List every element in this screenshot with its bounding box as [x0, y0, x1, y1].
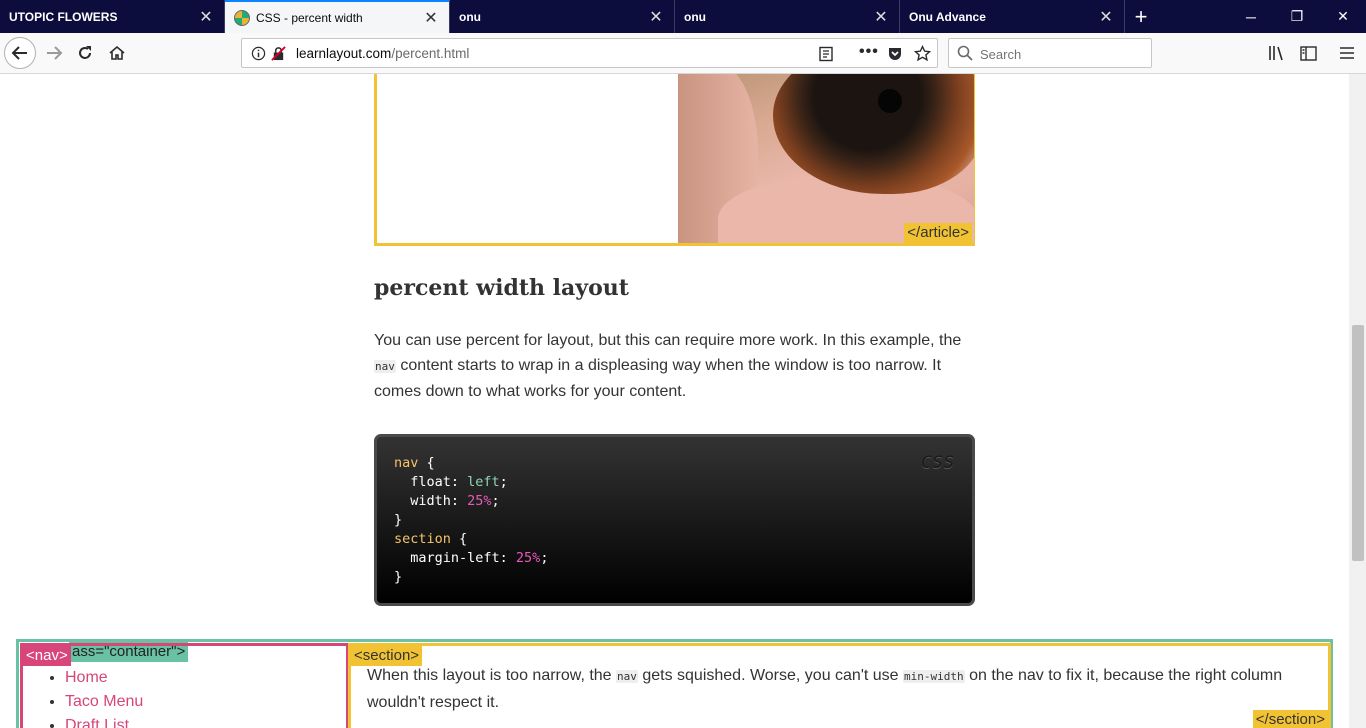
library-button[interactable]	[1262, 38, 1292, 68]
minimize-icon[interactable]: ─	[1228, 0, 1274, 33]
search-input[interactable]: Search	[980, 47, 1021, 62]
url-text[interactable]: learnlayout.com/percent.html	[296, 46, 469, 61]
close-tab-icon[interactable]: ✕	[871, 7, 891, 27]
section-end-tag: </section>	[1252, 710, 1328, 728]
paragraph-text: When this layout is too narrow, the	[367, 667, 617, 684]
list-item: Taco Menu	[65, 690, 143, 714]
article-demo-box: </article>	[374, 74, 975, 246]
reload-icon	[79, 46, 91, 59]
library-icon	[1269, 46, 1283, 61]
inline-code: min-width	[903, 670, 965, 683]
forward-button[interactable]	[39, 38, 69, 68]
nav-list: Home Taco Menu Draft List	[65, 666, 143, 728]
tab-utopic-flowers[interactable]: UTOPIC FLOWERS ✕	[0, 0, 225, 33]
hamburger-menu-icon	[1340, 47, 1354, 59]
intro-paragraph: You can use percent for layout, but this…	[374, 328, 974, 404]
nav-tag: <nav>	[23, 646, 71, 666]
sidebar-button[interactable]	[1293, 38, 1323, 68]
window-controls: ─ ❐ ✕	[1228, 0, 1366, 33]
tab-onu-1[interactable]: onu ✕	[450, 0, 675, 33]
section-heading: percent width layout	[374, 275, 629, 301]
tab-title: onu	[459, 9, 481, 24]
inline-code: nav	[374, 360, 396, 373]
inline-code: nav	[616, 670, 638, 683]
tab-css-percent-width[interactable]: CSS - percent width ✕	[225, 0, 450, 33]
pocket-icon[interactable]	[887, 46, 903, 67]
section-paragraph: When this layout is too narrow, the nav …	[367, 663, 1317, 716]
arrow-left-icon	[11, 46, 27, 60]
page-content[interactable]: </article> percent width layout You can …	[0, 74, 1349, 728]
reader-view-icon[interactable]	[818, 46, 834, 67]
sidebar-icon	[1299, 45, 1317, 61]
url-path: /percent.html	[391, 46, 470, 61]
window-close-icon[interactable]: ✕	[1320, 0, 1366, 33]
nav-link-draft-list[interactable]: Draft List	[65, 717, 129, 728]
close-tab-icon[interactable]: ✕	[1096, 7, 1116, 27]
tab-strip: UTOPIC FLOWERS ✕ CSS - percent width ✕ o…	[0, 0, 1366, 33]
close-tab-icon[interactable]: ✕	[646, 7, 666, 27]
nav-link-home[interactable]: Home	[65, 669, 108, 686]
list-item: Draft List	[65, 714, 143, 728]
menu-button[interactable]	[1332, 38, 1362, 68]
reload-button[interactable]	[70, 38, 100, 68]
paragraph-text: gets squished. Worse, you can't use	[637, 667, 904, 684]
nav-link-taco-menu[interactable]: Taco Menu	[65, 693, 143, 710]
code-language-label: CSS	[921, 453, 955, 473]
close-tab-icon[interactable]: ✕	[421, 8, 441, 28]
new-tab-icon[interactable]: +	[1125, 0, 1157, 33]
scrollbar-thumb[interactable]	[1352, 325, 1364, 561]
url-host: learnlayout.com	[296, 46, 392, 61]
info-icon[interactable]	[251, 46, 266, 66]
nav-toolbar: learnlayout.com/percent.html ••• Search	[0, 33, 1366, 74]
home-button[interactable]	[102, 38, 132, 68]
tab-title: onu	[684, 9, 706, 24]
url-bar[interactable]: learnlayout.com/percent.html •••	[241, 38, 938, 68]
guinea-pig-image	[678, 74, 974, 243]
back-button[interactable]	[4, 37, 36, 69]
tab-title: UTOPIC FLOWERS	[9, 9, 118, 24]
paragraph-text: content starts to wrap in a displeasing …	[374, 357, 942, 400]
paragraph-text: You can use percent for layout, but this…	[374, 332, 962, 349]
tab-onu-advance[interactable]: Onu Advance ✕	[900, 0, 1125, 33]
nav-demo-box: <nav> Home Taco Menu Draft List	[20, 643, 349, 728]
article-end-tag: </article>	[904, 223, 972, 243]
tab-title: Onu Advance	[909, 9, 986, 24]
insecure-lock-icon[interactable]	[271, 46, 286, 66]
container-demo-box: ass="container"> <nav> Home Taco Menu Dr…	[16, 639, 1333, 728]
home-icon	[109, 45, 125, 60]
section-demo-box: <section> When this layout is too narrow…	[348, 643, 1331, 728]
search-icon	[957, 45, 973, 66]
css-code-block: CSS nav { float: left; width: 25%; } sec…	[374, 434, 975, 606]
site-favicon-icon	[234, 9, 250, 26]
page-actions-icon[interactable]: •••	[859, 43, 879, 61]
close-tab-icon[interactable]: ✕	[196, 7, 216, 27]
search-bar[interactable]: Search	[948, 38, 1152, 68]
arrow-right-icon	[47, 46, 63, 60]
code-text: nav { float: left; width: 25%; } section…	[394, 455, 549, 585]
bookmark-star-icon[interactable]	[913, 44, 932, 67]
restore-icon[interactable]: ❐	[1274, 0, 1320, 33]
tab-onu-2[interactable]: onu ✕	[675, 0, 900, 33]
tab-title: CSS - percent width	[256, 10, 363, 25]
list-item: Home	[65, 666, 143, 690]
scrollbar[interactable]	[1349, 74, 1366, 728]
